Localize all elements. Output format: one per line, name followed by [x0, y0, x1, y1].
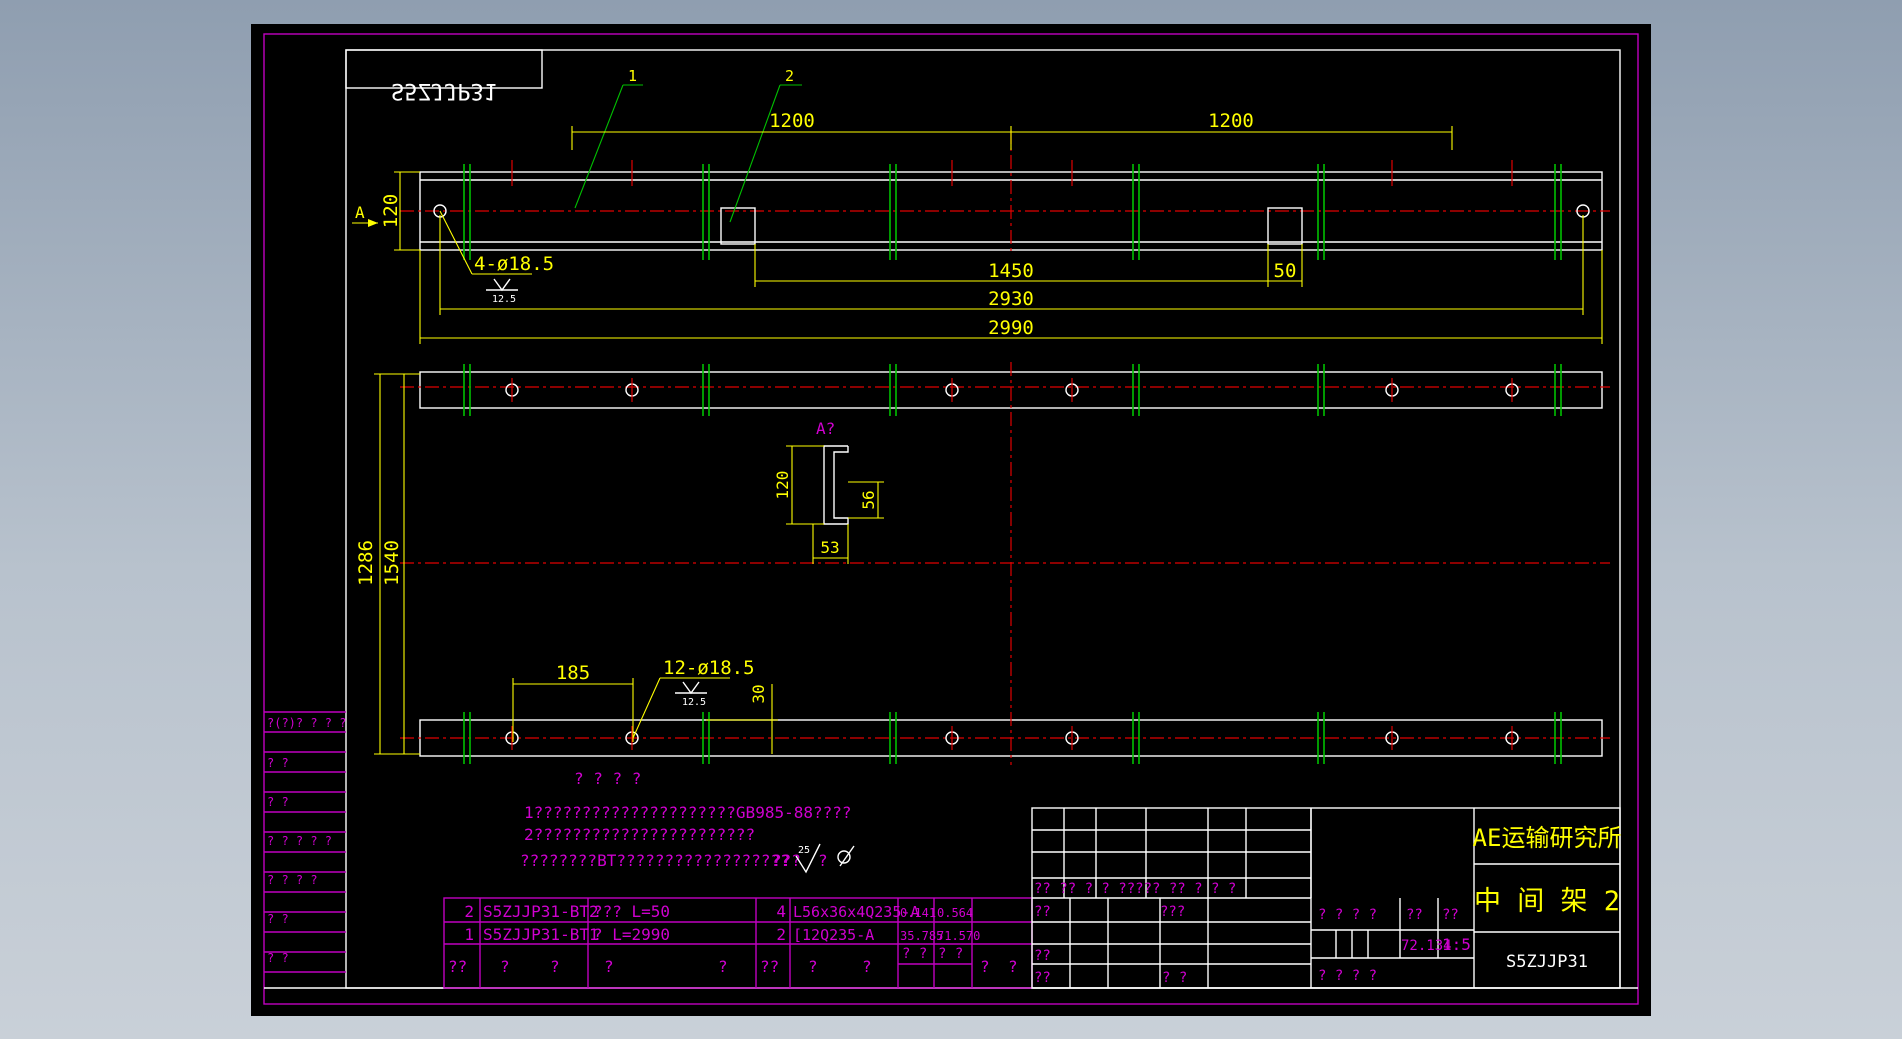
dim-1540: 1540 — [381, 540, 403, 586]
tb-sheet-marks: ? ? ? ? — [1318, 968, 1377, 984]
cad-drawing: S5ZJJP31 1 2 1200 1200 120 A 4-ø18.5 12.… — [251, 24, 1651, 1016]
strip-row-5: ? ? ? ? — [267, 873, 318, 887]
strip-row-2: ? ? — [267, 756, 289, 770]
strip-row-1: ?(?)? ? ? ? — [267, 716, 346, 730]
bom-row2-name: ? L=2990 — [593, 925, 670, 944]
bom-row1-qty: 4 — [776, 902, 786, 921]
dim-2990: 2990 — [988, 317, 1034, 339]
strip-row-7: ? ? — [267, 951, 289, 965]
bom-row2-qty: 2 — [776, 925, 786, 944]
tb-drawing-no: S5ZJJP31 — [1506, 952, 1588, 972]
dim-2930: 2930 — [988, 288, 1034, 310]
section-dim-53: 53 — [820, 538, 839, 557]
bom-h-1: ? — [500, 957, 510, 976]
note-line-3: ????????BT?????????????????? — [520, 851, 790, 870]
bom-h-0: ?? — [448, 957, 467, 976]
bom-row2-material: [12Q235-A — [793, 926, 874, 944]
dim-185: 185 — [556, 662, 590, 684]
tb-label-5: ?? — [1406, 907, 1423, 923]
tb-label-0: ?? — [1034, 904, 1051, 920]
tb-label-4: ? ? — [1162, 970, 1187, 986]
bom-row1-w2: 0.564 — [937, 906, 973, 920]
bom-row1-name: ??? L=50 — [593, 902, 670, 921]
roughness-note-label: ??? — [772, 851, 801, 870]
bom-row2-code: S5ZJJP31-BT1 — [483, 925, 599, 944]
bom-h-11: ? — [1008, 957, 1018, 976]
tb-part-name: 中 间 架 2 — [1474, 886, 1620, 917]
strip-row-6: ? ? — [267, 912, 289, 926]
bom-h-2: ? — [550, 957, 560, 976]
strip-row-3: ? ? — [267, 795, 289, 809]
dim-1200-right: 1200 — [1208, 110, 1254, 132]
dim-1286: 1286 — [355, 540, 377, 586]
bom-h-3: ? — [604, 957, 614, 976]
tb-stage: ? ? ? ? — [1318, 907, 1377, 923]
hole-callout-top: 4-ø18.5 — [474, 253, 554, 275]
bom-row1-code: S5ZJJP31-BT2 — [483, 902, 599, 921]
roughness-top: 12.5 — [492, 294, 516, 305]
bom-h-10: ? — [980, 957, 990, 976]
note-line-2: 2??????????????????????? — [524, 825, 755, 844]
notes-header: ? ? ? ? — [574, 769, 641, 788]
dim-1450: 1450 — [988, 260, 1034, 282]
roughness-note-value: 25 — [798, 845, 810, 856]
balloon-1: 1 — [628, 67, 637, 85]
bom-h-9: ? ? — [938, 946, 963, 962]
bom-row1-w1: 0.141 — [900, 906, 936, 920]
bom-h-6: ? — [808, 957, 818, 976]
balloon-2: 2 — [785, 67, 794, 85]
roughness-note-q: ? — [818, 851, 828, 870]
dim-50: 50 — [1274, 260, 1297, 282]
bom-h-5: ?? — [760, 957, 779, 976]
drawing-sheet — [251, 24, 1651, 1016]
bom-row2-no: 1 — [464, 925, 474, 944]
dim-30: 30 — [749, 684, 768, 703]
mirrored-drawing-number: S5ZJJP31 — [391, 78, 497, 103]
tb-scale: 1:5 — [1442, 935, 1471, 954]
dim-1200-left: 1200 — [769, 110, 815, 132]
tb-institute: AE运输研究所 — [1473, 824, 1622, 852]
bom-h-4: ? — [718, 957, 728, 976]
section-dim-56: 56 — [859, 490, 878, 509]
view-arrow-a: A — [355, 203, 365, 222]
section-dim-120: 120 — [773, 471, 792, 500]
tb-label-1: ??? — [1160, 904, 1185, 920]
bom-row1-no: 2 — [464, 902, 474, 921]
bom-row2-w2: 71.570 — [937, 929, 980, 943]
tb-label-6: ?? — [1442, 907, 1459, 923]
bom-h-8: ? ? — [902, 946, 927, 962]
bom-h-7: ? — [862, 957, 872, 976]
tb-label-2: ?? — [1034, 948, 1051, 964]
title-row-marks: ?? ?? ? ? ????? ?? ? ? ? — [1034, 881, 1236, 897]
roughness-bottom: 12.5 — [682, 697, 706, 708]
dim-120: 120 — [380, 194, 402, 228]
tb-label-3: ?? — [1034, 970, 1051, 986]
section-title: A? — [816, 419, 835, 438]
strip-row-4: ? ? ? ? ? — [267, 834, 332, 848]
note-line-1: 1?????????????????????GB985-88???? — [524, 803, 852, 822]
hole-callout-bottom: 12-ø18.5 — [663, 657, 755, 679]
